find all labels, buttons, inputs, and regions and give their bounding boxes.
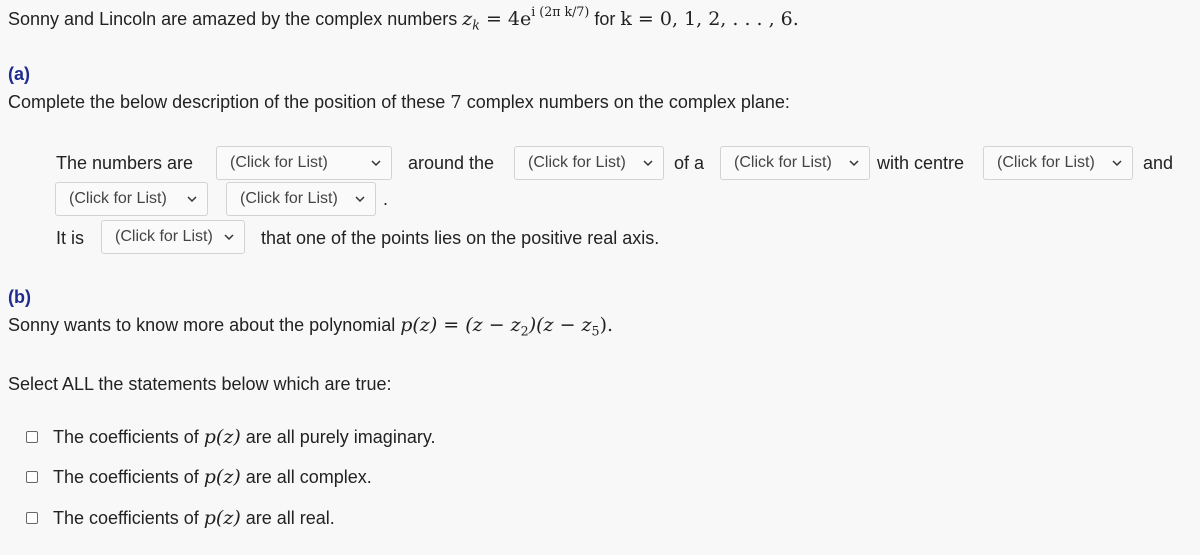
option-label: The coefficients of p(z) are all purely … [53, 426, 436, 448]
option-text-pre: The coefficients of [53, 427, 204, 447]
dropdown-shape[interactable]: (Click for List) [720, 146, 870, 180]
text-with-centre: with centre [877, 153, 965, 173]
dropdown-value: (Click for List) [230, 154, 328, 171]
dropdown-value: (Click for List) [528, 154, 626, 171]
option-math: p(z) [203, 426, 241, 448]
instruction-pre: Complete the below description of the po… [8, 92, 451, 112]
formula-sub-k: k [472, 17, 480, 33]
chevron-down-icon [187, 183, 197, 203]
poly-sub-2: 2 [520, 323, 529, 339]
intro-statement: Sonny and Lincoln are amazed by the comp… [8, 4, 799, 33]
formula-exponent: i (2π k/7) [531, 4, 590, 19]
part-b-statement: Sonny wants to know more about the polyn… [8, 314, 613, 339]
formula-z: z [462, 8, 473, 30]
option-math: p(z) [203, 507, 241, 529]
text-and: and [1143, 153, 1174, 173]
dropdown-around[interactable]: (Click for List) [514, 146, 664, 180]
option-math: p(z) [203, 466, 241, 488]
option-text-post: are all purely imaginary. [240, 427, 436, 447]
dropdown-value: (Click for List) [69, 190, 167, 207]
checkbox[interactable] [26, 471, 38, 483]
instruction-post: complex numbers on the complex plane: [461, 92, 790, 112]
dropdown-radius-value[interactable]: (Click for List) [226, 182, 376, 216]
part-b-label: (b) [8, 287, 31, 307]
select-all-instruction: Select ALL the statements below which ar… [8, 374, 392, 394]
dropdown-centre[interactable]: (Click for List) [983, 146, 1133, 180]
option-purely-imaginary[interactable]: The coefficients of p(z) are all purely … [26, 426, 486, 450]
option-complex[interactable]: The coefficients of p(z) are all complex… [26, 466, 486, 490]
option-text-pre: The coefficients of [53, 467, 204, 487]
statement-pre: Sonny wants to know more about the polyn… [8, 315, 401, 335]
dropdown-value: (Click for List) [240, 190, 338, 207]
option-label: The coefficients of p(z) are all real. [53, 507, 335, 529]
chevron-down-icon [224, 221, 234, 241]
text-numbers-are: The numbers are [56, 153, 194, 173]
chevron-down-icon [371, 147, 381, 167]
dropdown-arrangement[interactable]: (Click for List) [216, 146, 392, 180]
part-a-label: (a) [8, 64, 30, 84]
poly-part1: p(z) = (z − z [400, 314, 521, 336]
option-text-post: are all real. [240, 508, 335, 528]
poly-end: ). [599, 314, 614, 336]
dropdown-value: (Click for List) [997, 154, 1095, 171]
text-period: . [383, 189, 389, 209]
formula-range: k = 0, 1, 2, . . . , 6. [620, 8, 799, 30]
intro-text: Sonny and Lincoln are amazed by the comp… [8, 9, 458, 29]
text-of-a: of a [674, 153, 705, 173]
poly-part2: )(z − z [528, 314, 592, 336]
option-text-pre: The coefficients of [53, 508, 204, 528]
formula-for: for [589, 9, 621, 29]
text-around-the: around the [408, 153, 495, 173]
chevron-down-icon [355, 183, 365, 203]
text-positive-axis: that one of the points lies on the posit… [261, 228, 660, 248]
chevron-down-icon [1112, 147, 1122, 167]
dropdown-certainty[interactable]: (Click for List) [101, 220, 245, 254]
part-a-instruction: Complete the below description of the po… [8, 92, 790, 113]
option-label: The coefficients of p(z) are all complex… [53, 466, 372, 488]
dropdown-radius-relation[interactable]: (Click for List) [55, 182, 208, 216]
dropdown-value: (Click for List) [115, 228, 213, 245]
checkbox[interactable] [26, 431, 38, 443]
chevron-down-icon [643, 147, 653, 167]
option-text-post: are all complex. [240, 467, 372, 487]
poly-sub-5: 5 [591, 323, 600, 339]
checkbox[interactable] [26, 512, 38, 524]
dropdown-value: (Click for List) [734, 154, 832, 171]
formula-eq: = 4e [479, 8, 532, 30]
text-it-is: It is [56, 228, 85, 248]
option-real[interactable]: The coefficients of p(z) are all real. [26, 507, 486, 531]
chevron-down-icon [849, 147, 859, 167]
instruction-num: 7 [450, 92, 462, 113]
